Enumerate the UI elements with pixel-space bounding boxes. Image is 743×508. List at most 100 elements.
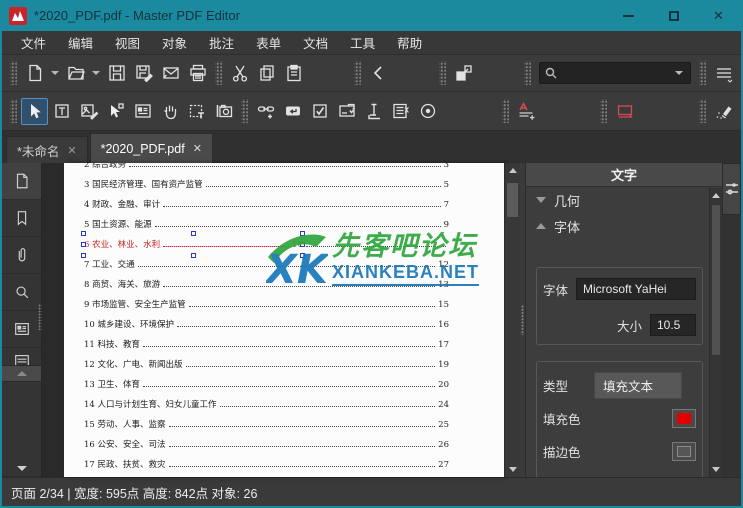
toolbar-grip[interactable] [699,61,706,85]
scrollbar-thumb[interactable] [507,183,518,217]
fit-page-button[interactable] [450,60,477,87]
print-button[interactable] [184,60,211,87]
scrollbar-track[interactable] [505,178,520,462]
open-document-button[interactable] [62,60,89,87]
panel-scrollbar[interactable] [709,188,722,477]
selection-handle[interactable] [191,253,196,258]
toolbar-grip[interactable] [10,61,17,85]
menu-item-1[interactable]: 编辑 [57,30,104,55]
toc-row[interactable]: 13 卫生、体育20 [84,375,449,395]
toc-row[interactable]: 14 人口与计划生育、妇女儿童工作24 [84,395,449,415]
search-box[interactable] [539,62,691,84]
menu-item-3[interactable]: 对象 [151,30,198,55]
sidebar-form-fields-button[interactable] [2,311,41,348]
eraser-button[interactable] [710,98,737,125]
menu-item-7[interactable]: 工具 [339,30,386,55]
sidebar-page-thumbnails-button[interactable] [2,163,41,200]
font-size-field[interactable]: 10.5 [650,314,696,336]
combobox-field-button[interactable] [333,98,360,125]
toc-row[interactable]: 12 文化、广电、新闻出版19 [84,355,449,375]
add-link-button[interactable] [252,98,279,125]
sidebar-attachments-button[interactable] [2,237,41,274]
save-button[interactable] [103,60,130,87]
checkbox-field-button[interactable] [306,98,333,125]
cut-button[interactable] [226,60,253,87]
search-input[interactable] [558,66,672,80]
hand-tool-button[interactable] [156,98,183,125]
new-document-dropdown-icon[interactable] [51,71,59,75]
select-tool-button[interactable] [21,98,48,125]
radio-button-field-button[interactable] [414,98,441,125]
menu-item-4[interactable]: 批注 [198,30,245,55]
toolbar-grip[interactable] [10,99,17,123]
toc-row[interactable]: 11 科技、教育17 [84,335,449,355]
toolbar-grip[interactable] [215,61,222,85]
toolbar-grip[interactable] [524,61,531,85]
toc-row[interactable]: 4 财政、金融、审计7 [84,195,449,215]
edit-text-button[interactable] [48,98,75,125]
menu-item-8[interactable]: 帮助 [386,30,433,55]
stroke-color-swatch[interactable] [672,442,696,461]
menu-item-0[interactable]: 文件 [10,30,57,55]
list-field-button[interactable] [387,98,414,125]
menu-item-2[interactable]: 视图 [104,30,151,55]
toolbar-grip[interactable] [600,99,607,123]
toc-row[interactable]: 17 民政、扶贫、救灾27 [84,455,449,475]
sidebar-scroll-down-button[interactable] [2,461,41,477]
snapshot-button[interactable] [210,98,237,125]
paste-button[interactable] [280,60,307,87]
forms-manager-button[interactable] [129,98,156,125]
close-button[interactable]: ✕ [696,0,741,31]
panel-scrollbar-track[interactable] [710,203,722,462]
select-text-button[interactable] [183,98,210,125]
toc-row[interactable]: 16 公安、安全、司法26 [84,435,449,455]
toc-row[interactable]: 3 国民经济管理、国有资产监管5 [84,175,449,195]
toolbar-grip[interactable] [354,61,361,85]
minimize-button[interactable] [606,0,651,31]
pdf-page[interactable]: 2 综合政务33 国民经济管理、国有资产监管54 财政、金融、审计75 国土资源… [64,163,507,477]
scrollbar-down-button[interactable] [505,462,520,477]
selection-handle[interactable] [81,253,86,258]
toolbar-grip[interactable] [502,99,509,123]
selection-handle[interactable] [81,231,86,236]
toc-row[interactable]: 10 城乡建设、环境保护16 [84,315,449,335]
maximize-button[interactable] [651,0,696,31]
text-annotation-button[interactable] [513,98,540,125]
listbox-field-button[interactable] [360,98,387,125]
tab-untitled[interactable]: *未命名 ✕ [6,136,88,163]
properties-toggle-tab[interactable] [722,163,741,215]
sidebar-search-button[interactable] [2,274,41,311]
menu-item-5[interactable]: 表单 [245,30,292,55]
save-as-button[interactable] [130,60,157,87]
toc-row[interactable]: 2 综合政务3 [84,163,449,175]
fill-color-swatch[interactable] [672,409,696,428]
rectangle-annotation-button[interactable] [611,98,638,125]
type-dropdown[interactable]: 填充文本 [594,372,682,399]
section-geometry[interactable]: 几何 [526,187,709,213]
copy-button[interactable] [253,60,280,87]
more-menu-button[interactable] [710,60,737,87]
sidebar-scroll-up-button[interactable] [2,366,41,382]
edit-forms-button[interactable] [102,98,129,125]
menu-item-6[interactable]: 文档 [292,30,339,55]
toc-row[interactable]: 9 市场监管、安全生产监管15 [84,295,449,315]
panel-scroll-down-button[interactable] [710,462,722,477]
panel-scroll-up-button[interactable] [710,188,722,203]
toc-row[interactable]: 15 劳动、人事、监察25 [84,415,449,435]
email-button[interactable] [157,60,184,87]
scrollbar-up-button[interactable] [505,163,520,178]
text-field-button[interactable] [279,98,306,125]
tab-2020-pdf[interactable]: *2020_PDF.pdf ✕ [90,133,213,163]
panel-scrollbar-thumb[interactable] [712,205,720,355]
sidebar-signatures-button[interactable] [2,348,41,366]
tab-close-icon[interactable]: ✕ [67,144,76,157]
sidebar-bookmarks-button[interactable] [2,200,41,237]
back-button[interactable] [365,60,392,87]
font-name-field[interactable]: Microsoft YaHei [576,278,696,300]
new-document-button[interactable] [21,60,48,87]
toolbar-grip[interactable] [439,61,446,85]
edit-image-button[interactable] [75,98,102,125]
toc-row[interactable]: 18 民族、宗教28 [84,475,449,477]
section-font[interactable]: 字体 [526,213,709,239]
open-document-dropdown-icon[interactable] [92,71,100,75]
